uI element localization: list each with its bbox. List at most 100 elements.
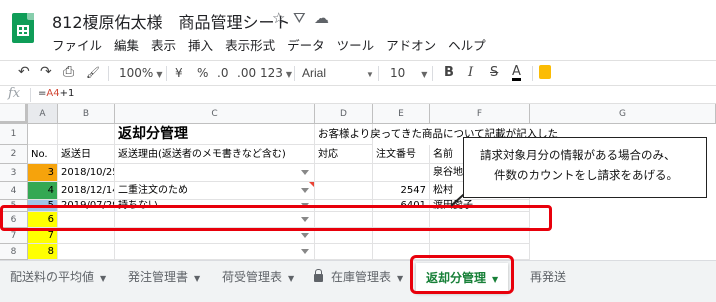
column-header-g[interactable]: G [530,104,716,124]
column-header-a[interactable]: A [28,104,58,124]
zoom-select[interactable]: 100% ▼ [119,65,162,83]
menu-tools[interactable]: ツール [331,37,381,57]
cloud-status-icon[interactable]: ☁ [314,10,329,26]
paint-format-icon[interactable]: 🖌 [86,65,100,81]
fx-icon: fx [8,86,21,101]
formula-divider [30,88,31,102]
sheet-tab-bar: 配送料の平均値 ▼ 発注管理書 ▼ 荷受管理表 ▼ 在庫管理表 ▼ 返却分管理 ▼ 再発送 [0,260,716,302]
lock-icon [314,269,323,282]
menu-addons[interactable]: アドオン [380,37,442,57]
move-to-folder-icon[interactable]: ⛛ [293,10,306,26]
percent-format-button[interactable]: % [197,65,208,81]
column-header-e[interactable]: E [373,104,430,124]
italic-button[interactable]: I [468,65,473,81]
chevron-down-icon[interactable]: ▼ [194,274,200,283]
chevron-down-icon[interactable]: ▼ [397,274,403,283]
title-bar: 812榎原佑太様 商品管理シート ☆ ⛛ ☁ ファイル 編集 表示 挿入 表示形… [0,0,716,60]
sheet-tab-reshipment[interactable]: 再発送 [520,261,576,294]
select-all-corner[interactable] [0,104,28,124]
toolbar-divider [532,66,533,81]
table-row: 8 [28,244,716,260]
text-color-button[interactable]: A [512,65,521,81]
increase-decimal-button[interactable]: .00 [237,65,256,81]
chevron-down-icon[interactable]: ▼ [100,274,106,283]
cell-c3[interactable] [115,164,315,182]
strikethrough-button[interactable]: S [490,65,498,81]
callout-text-line-1: 請求対象月分の情報がある場合のみ、 [480,148,676,162]
cell-d2[interactable]: 対応 [315,145,373,164]
cell-d8[interactable] [315,244,373,260]
cell-b3[interactable]: 2018/10/25 [58,164,115,182]
menu-view[interactable]: 表示 [145,37,182,57]
sheet-tab-order-management[interactable]: 発注管理書 ▼ [118,261,210,294]
toolbar-divider [294,66,295,81]
callout-annotation: 請求対象月分の情報がある場合のみ、 件数のカウントをし請求をあげる。 [463,137,707,198]
cell-e2[interactable]: 注文番号 [373,145,430,164]
redo-icon[interactable]: ↷ [40,64,52,80]
row-header-4[interactable]: 4 [0,182,28,200]
cell-e3[interactable] [373,164,430,182]
undo-icon[interactable]: ↶ [18,64,30,80]
cell-a3[interactable]: 3 [28,164,58,182]
print-icon[interactable]: ⎙ [63,64,74,80]
menu-insert[interactable]: 挿入 [182,37,219,57]
sheet-tab-inventory[interactable]: 在庫管理表 ▼ [304,261,413,294]
cell-b1[interactable] [58,124,115,145]
row-highlight-annotation [0,205,552,231]
menu-file[interactable]: ファイル [46,37,108,57]
cell-e4[interactable]: 2547 [373,182,430,200]
currency-format-button[interactable]: ¥ [175,65,183,81]
cell-a1[interactable] [28,124,58,145]
menu-format[interactable]: 表示形式 [219,37,281,57]
cell-a8[interactable]: 8 [28,244,58,260]
menu-data[interactable]: データ [281,37,331,57]
formula-bar: fx =A4+1 [0,86,716,104]
dropdown-arrow-icon[interactable] [301,248,309,254]
cell-a2[interactable]: No. [28,145,58,164]
bold-button[interactable]: B [444,65,454,81]
toolbar-divider [108,66,109,81]
cell-c4[interactable]: 二重注文のため [115,182,315,200]
cell-b4[interactable]: 2018/12/14 [58,182,115,200]
menu-bar: ファイル 編集 表示 挿入 表示形式 データ ツール アドオン ヘルプ [46,37,492,57]
font-family-select[interactable]: Arial ▼ [302,65,374,83]
dropdown-arrow-icon[interactable] [301,187,309,193]
toolbar-divider [378,66,379,81]
column-header-c[interactable]: C [115,104,315,124]
sheet-tab-receiving[interactable]: 荷受管理表 ▼ [212,261,304,294]
sheets-logo-icon[interactable] [12,13,34,43]
star-icon[interactable]: ☆ [272,10,285,26]
cell-b2[interactable]: 返送日 [58,145,115,164]
callout-text-line-2: 件数のカウントをし請求をあげる。 [494,168,678,182]
dropdown-arrow-icon[interactable] [301,169,309,175]
formula-input[interactable]: =A4+1 [38,88,74,99]
cell-b8[interactable] [58,244,115,260]
cell-d4[interactable] [315,182,373,200]
column-header-d[interactable]: D [315,104,373,124]
cell-c2[interactable]: 返送理由(返送者のメモ書きなど含む) [115,145,315,164]
toolbar-divider [166,66,167,81]
cell-d3[interactable] [315,164,373,182]
row-header-1[interactable]: 1 [0,124,28,145]
number-format-select[interactable]: 123 ▼ [260,65,292,83]
fill-color-icon[interactable] [539,65,551,79]
row-header-3[interactable]: 3 [0,164,28,182]
menu-edit[interactable]: 編集 [108,37,145,57]
column-header-b[interactable]: B [58,104,115,124]
chevron-down-icon[interactable]: ▼ [288,274,294,283]
menu-help[interactable]: ヘルプ [442,37,492,57]
decrease-decimal-button[interactable]: .0 [217,65,228,81]
toolbar: ↶ ↷ ⎙ 🖌 100% ▼ ¥ % .0 .00 123 ▼ Arial ▼ 10 ▼… [0,60,716,86]
cell-c8[interactable] [115,244,315,260]
sheet-tab-shipping-average[interactable]: 配送料の平均値 ▼ [0,261,116,294]
column-header-f[interactable]: F [430,104,530,124]
dropdown-arrow-icon[interactable] [301,232,309,238]
toolbar-divider [432,66,433,81]
row-header-2[interactable]: 2 [0,145,28,164]
document-title[interactable]: 812榎原佑太様 商品管理シート [52,9,291,33]
cell-d1[interactable]: お客様より戻ってきた商品について記載が記入した [315,124,558,145]
row-header-8[interactable]: 8 [0,244,28,260]
font-size-select[interactable]: 10 ▼ [390,65,427,83]
cell-c1[interactable]: 返却分管理 [115,124,315,145]
cell-a4[interactable]: 4 [28,182,58,200]
